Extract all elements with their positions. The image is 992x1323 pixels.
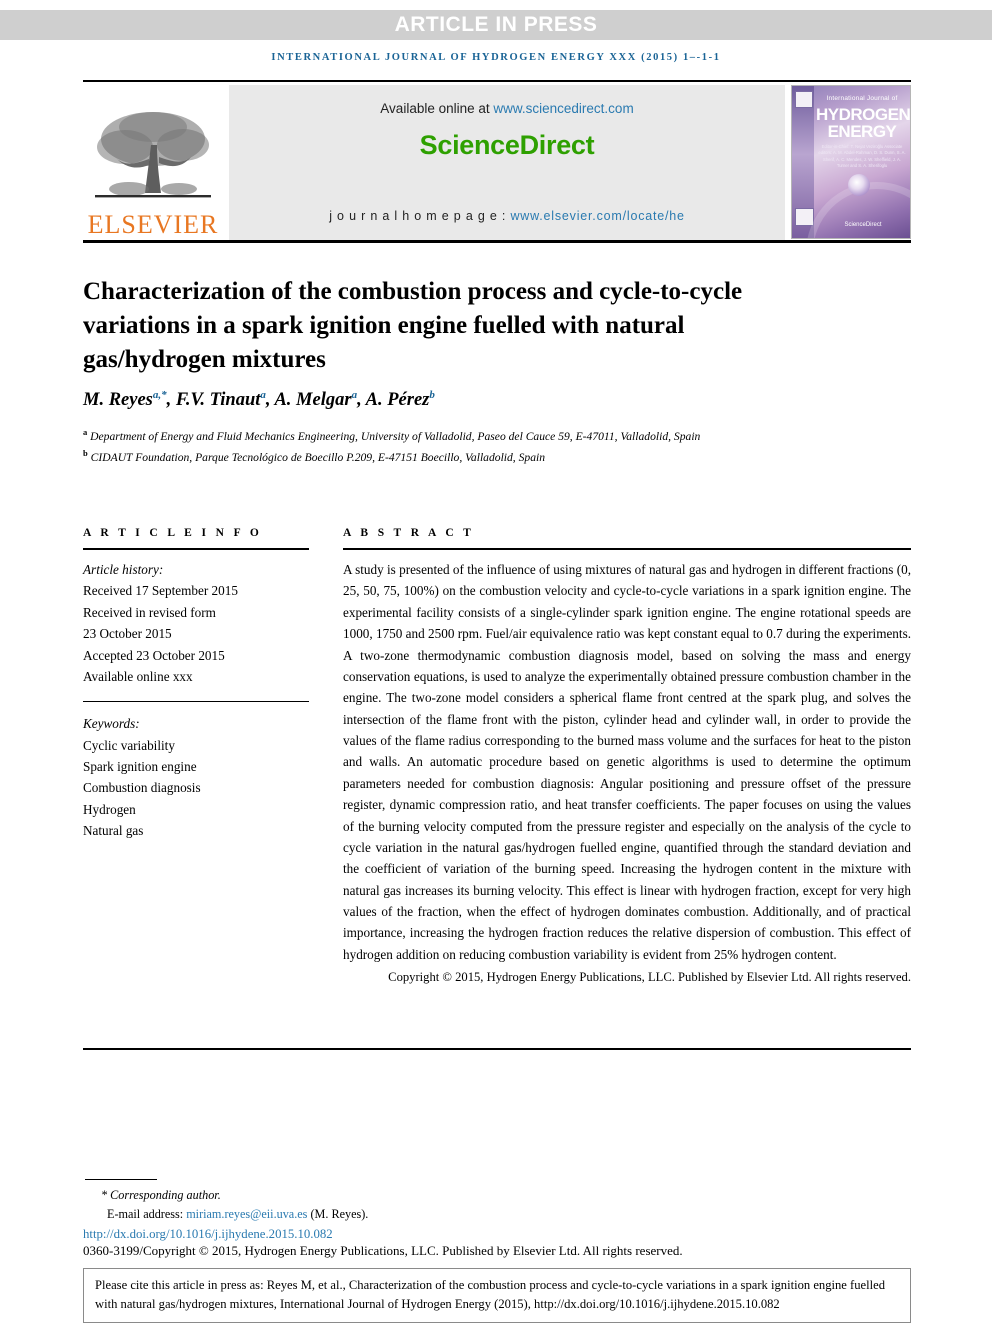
- email-suffix: (M. Reyes).: [307, 1206, 369, 1221]
- abstract-copyright: Copyright © 2015, Hydrogen Energy Public…: [388, 970, 911, 985]
- cover-title-line2: ENERGY: [827, 122, 897, 141]
- doi-link[interactable]: http://dx.doi.org/10.1016/j.ijhydene.201…: [83, 1227, 333, 1242]
- keyword-item: Spark ignition engine: [83, 759, 197, 774]
- page-title: Characterization of the combustion proce…: [83, 277, 743, 373]
- email-label: E-mail address:: [107, 1206, 187, 1221]
- issn-copyright-line: 0360-3199/Copyright © 2015, Hydrogen Ene…: [83, 1243, 683, 1258]
- footnote-divider: [85, 1179, 157, 1180]
- article-info-rule: [83, 548, 309, 550]
- affiliation-mark: a: [83, 427, 88, 437]
- journal-homepage-line: j o u r n a l h o m e p a g e : www.else…: [329, 209, 685, 223]
- affiliation-mark: b: [83, 447, 88, 458]
- sciencedirect-logo[interactable]: ScienceDirect: [420, 130, 595, 161]
- cover-small-title: International Journal of: [826, 95, 898, 102]
- article-history-item: Accepted 23 October 2015: [83, 647, 225, 663]
- masthead-bottom-rule: [83, 240, 911, 243]
- citation-box: Please cite this article in press as: Re…: [83, 1268, 911, 1323]
- elsevier-logo: ELSEVIER: [83, 85, 223, 240]
- cover-sciencedirect-mark: ScienceDirect: [844, 222, 882, 228]
- journal-cover-thumbnail: International Journal of HYDROGEN ENERGY…: [791, 85, 911, 239]
- cover-title-line1: HYDROGEN: [816, 105, 911, 124]
- email-address-link[interactable]: miriam.reyes@eii.uva.es: [186, 1207, 307, 1221]
- cover-orb-decoration: [848, 174, 870, 196]
- affiliation-text: Department of Energy and Fluid Mechanics…: [90, 429, 701, 443]
- email-note: E-mail address: miriam.reyes@eii.uva.es …: [85, 1205, 705, 1224]
- sciencedirect-url[interactable]: www.sciencedirect.com: [493, 101, 633, 116]
- cover-editors-text: Editor-in-Chief: T. Nejat Veziroğlu Asso…: [818, 144, 906, 168]
- journal-homepage-url[interactable]: www.elsevier.com/locate/he: [510, 209, 684, 223]
- article-history-item: 23 October 2015: [83, 626, 172, 642]
- author-name: F.V. Tinaut: [175, 390, 261, 411]
- author-marks: a: [351, 389, 358, 401]
- author-name: M. Reyes: [83, 390, 153, 411]
- article-history-item: Available online xxx: [83, 668, 193, 684]
- abstract-heading: A B S T R A C T: [343, 527, 475, 539]
- affiliation-item: b CIDAUT Foundation, Parque Tecnológico …: [83, 447, 823, 468]
- keywords-label: Keywords:: [83, 716, 140, 732]
- article-history-item: Received 17 September 2015: [83, 583, 238, 599]
- abstract-text: A study is presented of the influence of…: [343, 562, 911, 962]
- affiliation-list: a Department of Energy and Fluid Mechani…: [83, 426, 823, 467]
- abstract-bottom-rule: [83, 1048, 911, 1050]
- article-in-press-label: ARTICLE IN PRESS: [394, 13, 598, 36]
- keywords-block: Keywords: Cyclic variability Spark ignit…: [83, 713, 309, 841]
- affiliation-text: CIDAUT Foundation, Parque Tecnológico de…: [90, 450, 546, 464]
- author-marks: b: [429, 389, 435, 401]
- keyword-item: Natural gas: [83, 823, 144, 839]
- article-info-section: A R T I C L E I N F O Article history: R…: [83, 527, 309, 842]
- article-in-press-banner: ARTICLE IN PRESS: [0, 10, 992, 40]
- abstract-rule-top: [343, 548, 911, 550]
- abstract-section: A B S T R A C T A study is presented of …: [343, 527, 911, 988]
- keyword-item: Hydrogen: [83, 801, 136, 817]
- article-history-item: Received in revised form: [83, 604, 216, 620]
- keyword-item: Combustion diagnosis: [83, 780, 201, 796]
- affiliation-item: a Department of Energy and Fluid Mechani…: [83, 426, 823, 447]
- author-list: M. Reyesa,*, F.V. Tinauta, A. Melgara, A…: [83, 389, 435, 411]
- sciencedirect-panel: Available online at www.sciencedirect.co…: [229, 85, 785, 240]
- footnote-block: * Corresponding author. E-mail address: …: [85, 1186, 705, 1223]
- author-marks: a: [260, 389, 266, 401]
- journal-masthead: ELSEVIER Available online at www.science…: [83, 80, 911, 243]
- elsevier-tree-icon: [91, 107, 215, 211]
- elsevier-wordmark: ELSEVIER: [87, 210, 219, 239]
- journal-homepage-label: j o u r n a l h o m e p a g e :: [329, 209, 511, 223]
- cover-ihe-logo-icon: [795, 91, 813, 108]
- available-online-line: Available online at www.sciencedirect.co…: [380, 101, 633, 116]
- corresponding-author-note: * Corresponding author.: [101, 1188, 221, 1202]
- available-online-prefix: Available online at: [380, 101, 494, 116]
- author-name: A. Pérez: [365, 390, 430, 411]
- keyword-item: Cyclic variability: [83, 737, 175, 753]
- author-marks: a,*: [152, 389, 167, 401]
- article-history-block: Article history: Received 17 September 2…: [83, 559, 309, 687]
- article-info-heading: A R T I C L E I N F O: [83, 527, 263, 539]
- author-name: A. Melgar: [274, 390, 352, 411]
- journal-running-head: INTERNATIONAL JOURNAL OF HYDROGEN ENERGY…: [271, 52, 721, 63]
- article-history-label: Article history:: [83, 562, 164, 577]
- article-info-separator: [83, 701, 309, 703]
